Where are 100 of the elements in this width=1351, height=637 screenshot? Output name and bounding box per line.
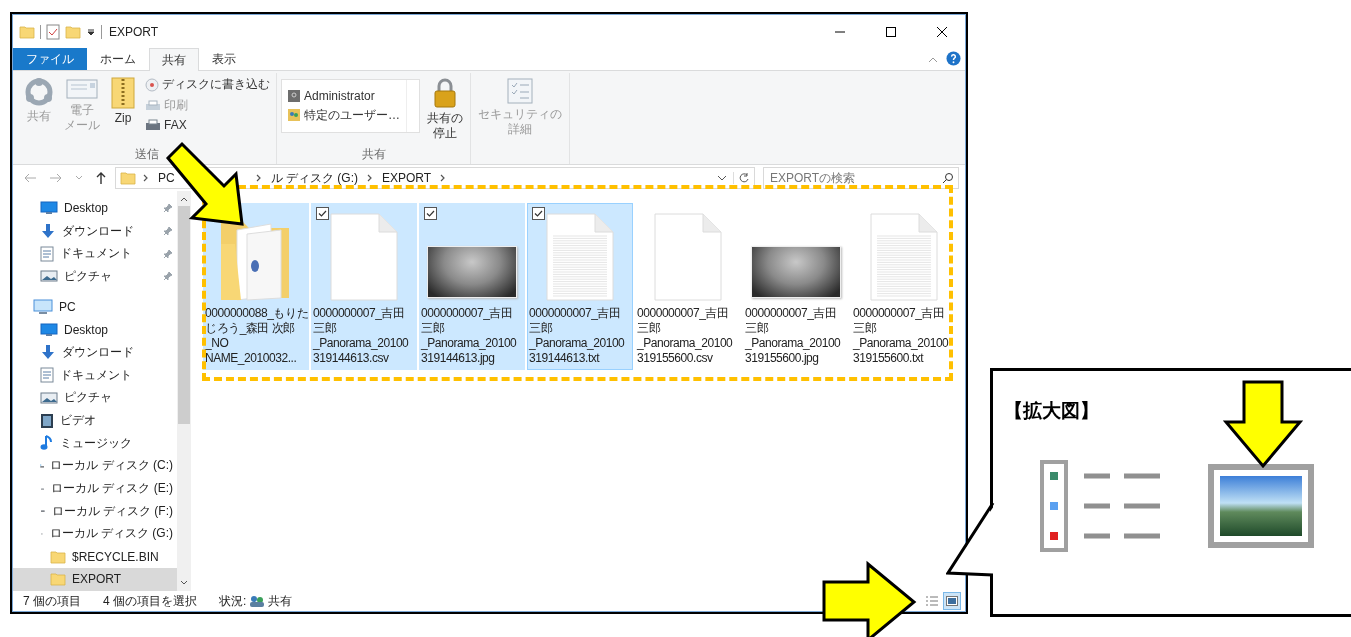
file-name: 0000000007_吉田 三郎 _Panorama_20100 319144613.jpg [420,305,518,366]
navigation-item[interactable]: ダウンロード [13,341,177,364]
download-arrow-icon [40,344,56,361]
file-name: 0000000007_吉田 三郎 _Panorama_20100 319155600.jpg [744,305,842,366]
share-option[interactable]: 特定のユーザー… [304,106,400,124]
file-name: 0000000088_もりた じろう_森田 次郎 _NO NAME_2010032... [204,305,308,366]
navigation-item[interactable]: $RECYCLE.BIN [13,545,177,568]
navigation-item[interactable]: ビデオ [13,409,177,432]
zip-folder-icon [110,77,136,109]
pin-icon[interactable] [163,248,173,259]
navigation-item[interactable]: PC [13,295,177,319]
printer-icon [145,99,161,112]
file-item[interactable]: 0000000007_吉田 三郎 _Panorama_20100 319155600.csv [635,203,741,370]
scrollbar-thumb[interactable] [178,206,190,424]
monitor-icon [40,322,58,337]
refresh-icon[interactable] [733,172,750,184]
search-icon [942,172,954,184]
breadcrumb[interactable]: EXPORT [380,171,434,185]
ribbon-button[interactable]: ディスクに書き込む [143,75,272,94]
maximize-icon [885,25,897,38]
large-icons-view-button[interactable] [943,592,961,610]
navigation-item[interactable]: EXPORT [13,568,177,591]
navigation-item[interactable]: ミュージック [13,431,177,455]
search-field[interactable]: EXPORTの検索 [768,170,942,186]
file-item[interactable]: 0000000007_吉田 三郎 _Panorama_20100 319155600.txt [851,203,957,370]
disc-icon [145,77,159,92]
folder-icon [50,548,66,565]
properties-icon[interactable] [46,23,60,40]
navigation-item[interactable]: ピクチャ [13,265,177,288]
file-item[interactable]: 0000000007_吉田 三郎 _Panorama_20100 319144613.jpg [419,203,525,370]
music-note-icon [40,435,54,452]
file-name: 0000000007_吉田 三郎 _Panorama_20100 319155600.txt [852,305,950,366]
file-item[interactable]: 0000000088_もりた じろう_森田 次郎 _NO NAME_2010032... [203,203,309,370]
users-icon [288,109,300,121]
document-icon [40,367,54,384]
file-menu-tab[interactable]: ファイル [13,48,87,70]
ribbon-tab[interactable]: 表示 [199,48,249,70]
ribbon-tab[interactable]: ホーム [87,48,149,70]
download-arrow-icon [40,223,56,240]
document-icon [40,245,54,262]
dropdown-icon[interactable] [717,174,727,182]
text-document-icon [867,212,941,302]
scrollbar[interactable] [177,191,191,591]
selection-count: 4 個の項目を選択 [103,592,198,610]
ribbon-group-label: 共有 [360,146,387,163]
navigation-item[interactable]: ローカル ディスク (C:) [13,454,177,478]
navigation-item[interactable]: ドキュメント [13,242,177,266]
fax-icon [145,119,161,131]
breadcrumb[interactable]: PC [156,171,177,185]
checkbox[interactable] [532,207,545,220]
breadcrumb[interactable]: ル ディスク (G:) [268,169,360,187]
close-icon [936,25,948,38]
share-with-list[interactable]: Administrator 特定のユーザー… [281,79,420,133]
caret-icon [75,175,83,181]
chevron-icon [254,173,263,183]
navigation-item[interactable]: ダウンロード [13,219,177,243]
dropdown-icon[interactable] [86,26,96,37]
navigation-item[interactable]: ローカル ディスク (E:) [13,477,177,500]
ribbon-group-label: 送信 [133,146,160,163]
ribbon-button[interactable]: Zip [107,73,139,146]
file-item[interactable]: 0000000007_吉田 三郎 _Panorama_20100 319144613.csv [311,203,417,370]
envelope-icon [66,77,98,101]
navigation-item[interactable]: ドキュメント [13,363,177,387]
help-icon[interactable] [946,51,961,66]
callout-title: 【拡大図】 [1004,399,1099,423]
navigation-item[interactable]: ローカル ディスク (F:) [13,499,177,523]
scroll-up-icon[interactable] [180,195,188,203]
navigation-item[interactable]: ピクチャ [13,386,177,410]
pin-icon[interactable] [163,271,173,282]
ribbon-tab[interactable]: 共有 [149,48,199,71]
pin-icon[interactable] [163,203,173,214]
window-title: EXPORT [109,24,159,39]
checkbox[interactable] [424,207,437,220]
ribbon-button[interactable]: FAX [143,117,272,133]
forward-arrow-icon [49,172,63,184]
file-item[interactable]: 0000000007_吉田 三郎 _Panorama_20100 319144613.txt [527,203,633,370]
share-status: 共有 [268,592,293,610]
scroll-down-icon[interactable] [180,579,188,587]
text-document-icon [543,212,617,302]
checkbox[interactable] [316,207,329,220]
blank-document-icon [327,212,401,302]
navigation-item[interactable]: ローカル ディスク (G:) [13,522,177,546]
file-name: 0000000007_吉田 三郎 _Panorama_20100 319144613.txt [528,305,626,366]
monitor-icon [40,201,58,216]
pin-icon[interactable] [163,226,173,237]
folder-icon [50,571,66,588]
navigation-item[interactable]: Desktop [13,197,177,220]
users-icon [249,595,266,607]
ribbon-button[interactable]: 共有の 停止 [424,73,466,146]
file-name: 0000000007_吉田 三郎 _Panorama_20100 319144613.csv [312,305,410,366]
share-option[interactable]: Administrator [304,88,375,103]
film-icon [40,412,54,429]
search-box[interactable]: EXPORTの検索 [763,167,959,189]
file-item[interactable]: 0000000007_吉田 三郎 _Panorama_20100 319155600.jpg [743,203,849,370]
navigation-item[interactable]: Desktop [13,318,177,342]
folder-icon [120,170,136,186]
item-count: 7 個の項目 [23,592,81,610]
collapse-ribbon-icon[interactable] [928,56,938,64]
chevron-icon [142,173,150,183]
padlock-icon [433,77,457,109]
